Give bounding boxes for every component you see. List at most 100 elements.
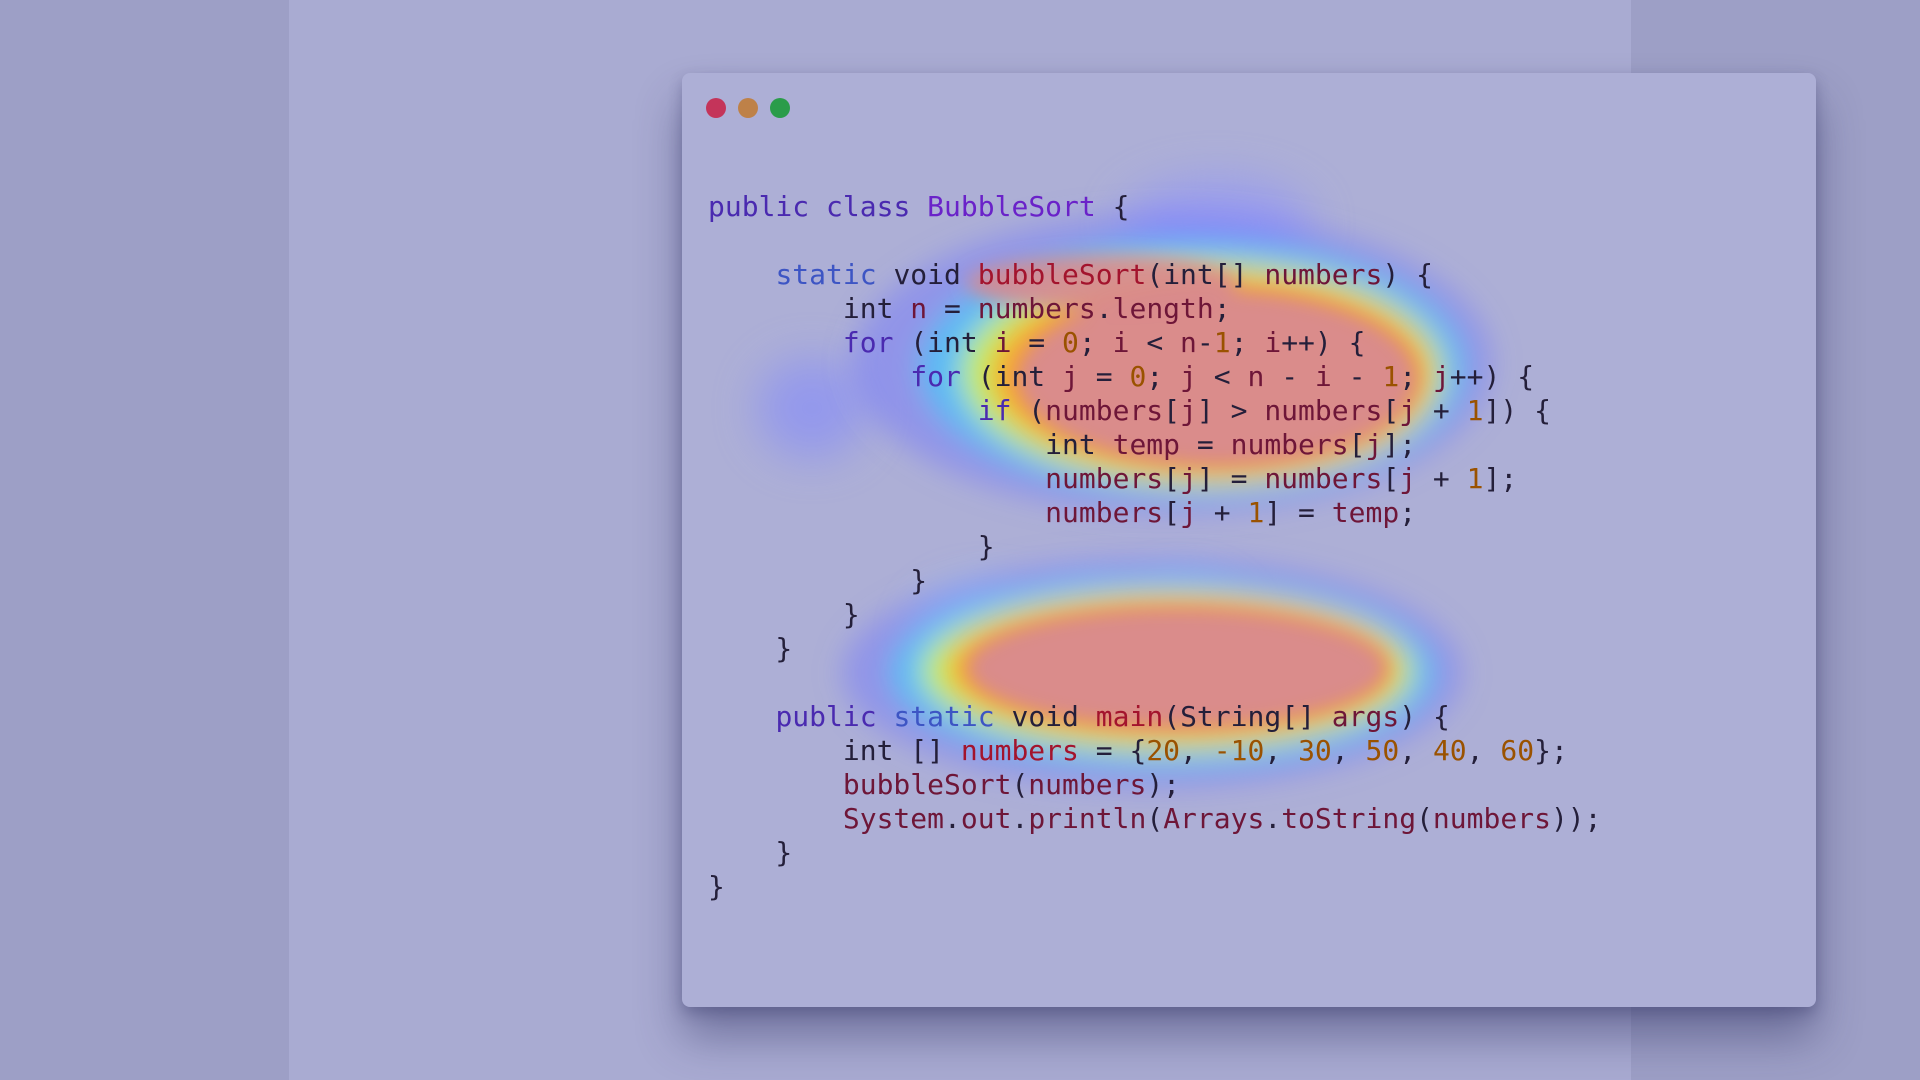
code-token: n xyxy=(910,292,928,325)
code-token: ) { xyxy=(1399,700,1450,733)
code-line: for (int i = 0; i < n-1; i++) { xyxy=(708,326,1602,360)
code-token: } xyxy=(708,530,995,563)
code-token: temp xyxy=(1112,428,1181,461)
code-token: = xyxy=(1011,326,1063,359)
code-token: if xyxy=(977,394,1012,427)
code-token: , xyxy=(1399,734,1433,767)
code-token: numbers xyxy=(1045,394,1164,427)
code-token: ; xyxy=(1399,360,1433,393)
code-line: } xyxy=(708,836,1602,870)
code-token: Arrays xyxy=(1163,802,1265,835)
code-token: [] xyxy=(910,734,961,767)
code-line: int n = numbers.length; xyxy=(708,292,1602,326)
code-token: public xyxy=(708,190,827,223)
code-token: void xyxy=(1011,700,1096,733)
code-token: int xyxy=(842,734,911,767)
code-token: 60 xyxy=(1500,734,1535,767)
code-token: ( xyxy=(1163,700,1181,733)
code-token: class xyxy=(826,190,928,223)
code-token: 40 xyxy=(1432,734,1467,767)
code-token: - xyxy=(1264,360,1315,393)
code-token: main xyxy=(1095,700,1164,733)
code-token: j xyxy=(1180,462,1197,495)
code-token: , xyxy=(1180,734,1214,767)
code-token: } xyxy=(708,870,725,903)
code-token: ( xyxy=(960,360,995,393)
code-token: ++) { xyxy=(1281,326,1366,359)
code-token: ) { xyxy=(1382,258,1433,291)
code-token: numbers xyxy=(1264,258,1383,291)
code-token: ]) { xyxy=(1483,394,1551,427)
code-token: - xyxy=(1196,326,1214,359)
code-token: ++) { xyxy=(1449,360,1535,393)
code-block: public class BubbleSort { static void bu… xyxy=(708,190,1602,904)
code-token: - xyxy=(1331,360,1383,393)
code-token: = xyxy=(1078,360,1130,393)
canvas-background: public class BubbleSort { static void bu… xyxy=(289,0,1816,1080)
code-token: bubbleSort xyxy=(977,258,1147,291)
code-token: 20 xyxy=(1146,734,1181,767)
code-token: length xyxy=(1112,292,1214,325)
code-token: n xyxy=(1180,326,1197,359)
code-token: < xyxy=(1129,326,1181,359)
code-token: { xyxy=(1095,190,1130,223)
code-token: toString xyxy=(1281,802,1417,835)
code-line: public class BubbleSort { xyxy=(708,190,1602,224)
code-token: + xyxy=(1196,496,1248,529)
code-token: } xyxy=(708,564,928,597)
code-token: ; xyxy=(1146,360,1181,393)
code-token: for xyxy=(910,360,961,393)
code-token: . xyxy=(1011,802,1029,835)
code-token: [ xyxy=(1348,428,1366,461)
code-token: j xyxy=(1399,462,1417,495)
code-token: } xyxy=(708,598,860,631)
code-token: i xyxy=(1314,360,1332,393)
code-token: j xyxy=(1399,394,1417,427)
code-token: 1 xyxy=(1382,360,1400,393)
code-token: int xyxy=(842,292,911,325)
code-line: } xyxy=(708,564,1602,598)
code-token: . xyxy=(944,802,961,835)
code-token: ] = xyxy=(1196,462,1265,495)
code-token: = xyxy=(927,292,978,325)
minimize-window-button[interactable] xyxy=(738,98,758,118)
code-window: public class BubbleSort { static void bu… xyxy=(682,73,1816,1007)
code-line: bubbleSort(numbers); xyxy=(708,768,1602,802)
code-token: i xyxy=(1112,326,1130,359)
close-window-button[interactable] xyxy=(706,98,726,118)
code-token: } xyxy=(708,836,793,869)
code-token: ; xyxy=(1399,496,1417,529)
code-token: println xyxy=(1028,802,1147,835)
code-token: ; xyxy=(1213,292,1231,325)
code-token: numbers xyxy=(977,292,1096,325)
code-token: String xyxy=(1180,700,1282,733)
code-token: = { xyxy=(1078,734,1147,767)
code-line: } xyxy=(708,632,1602,666)
code-token: static xyxy=(893,700,1012,733)
code-token: int xyxy=(927,326,995,359)
code-token: bubbleSort xyxy=(842,768,1012,801)
code-token: . xyxy=(1095,292,1113,325)
code-line: int [] numbers = {20, -10, 30, 50, 40, 6… xyxy=(708,734,1602,768)
code-token: ( xyxy=(1011,394,1046,427)
code-token: ; xyxy=(1078,326,1113,359)
code-token: ] = xyxy=(1264,496,1332,529)
code-token: [ xyxy=(1382,394,1400,427)
code-token: [] xyxy=(1213,258,1265,291)
code-token: < xyxy=(1196,360,1248,393)
maximize-window-button[interactable] xyxy=(770,98,790,118)
code-token: n xyxy=(1247,360,1265,393)
code-token: ( xyxy=(1416,802,1433,835)
code-line: } xyxy=(708,530,1602,564)
code-token: )); xyxy=(1550,802,1602,835)
